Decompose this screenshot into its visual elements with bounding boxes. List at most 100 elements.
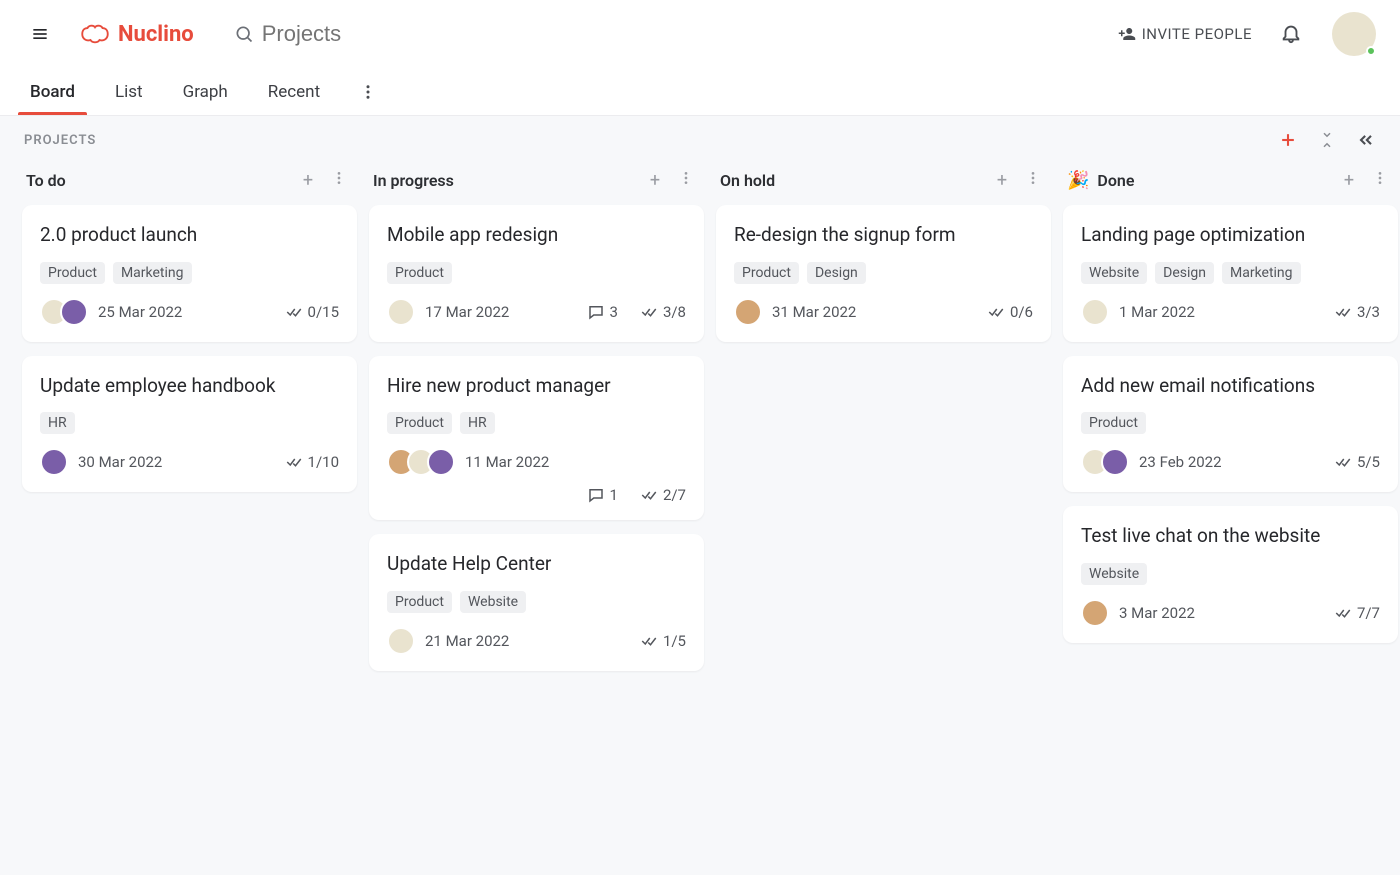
tab-graph[interactable]: Graph <box>177 70 234 114</box>
comments-count: 1 <box>587 486 618 504</box>
avatar <box>40 448 68 476</box>
checklist-icon <box>1334 303 1352 321</box>
checklist-icon <box>640 486 658 504</box>
card-meta: 11 Mar 2022 <box>387 448 686 476</box>
column-more-button[interactable] <box>678 170 700 191</box>
task-card[interactable]: Update employee handbook HR 30 Mar 20221/1… <box>22 356 357 493</box>
task-card[interactable]: Re-design the signup form ProductDesign 31… <box>716 205 1051 342</box>
card-meta: 1 Mar 20223/3 <box>1081 298 1380 326</box>
assignees <box>1081 599 1109 627</box>
card-date: 17 Mar 2022 <box>425 303 509 321</box>
task-card[interactable]: Mobile app redesign Product 17 Mar 2022 3 3/… <box>369 205 704 342</box>
more-vertical-icon <box>331 170 347 186</box>
tab-recent[interactable]: Recent <box>262 70 326 114</box>
tag-row: Product <box>1081 412 1380 434</box>
column-header: On hold + <box>716 166 1051 205</box>
card-meta: 23 Feb 20225/5 <box>1081 448 1380 476</box>
column-title: Done <box>1097 171 1134 190</box>
avatar <box>1101 448 1129 476</box>
task-card[interactable]: Add new email notificationsProduct23 Feb… <box>1063 356 1398 493</box>
card-date: 31 Mar 2022 <box>772 303 856 321</box>
tag: Website <box>1081 563 1147 585</box>
column-add-button[interactable]: + <box>991 170 1013 191</box>
card-meta: 17 Mar 2022 3 3/8 <box>387 298 686 326</box>
avatar <box>734 298 762 326</box>
tag: Product <box>1081 412 1146 434</box>
column-add-button[interactable]: + <box>644 170 666 191</box>
more-vertical-icon <box>1372 170 1388 186</box>
task-card[interactable]: Landing page optimizationWebsiteDesignMa… <box>1063 205 1398 342</box>
presence-indicator <box>1366 46 1376 56</box>
tag: Design <box>1155 262 1214 284</box>
more-vertical-icon <box>1025 170 1041 186</box>
checklist-icon <box>640 303 658 321</box>
collapse-board-button[interactable] <box>1318 130 1336 150</box>
avatar <box>60 298 88 326</box>
invite-people-button[interactable]: INVITE PEOPLE <box>1118 25 1252 43</box>
tag: HR <box>460 412 495 434</box>
tab-list[interactable]: List <box>109 70 149 114</box>
task-card[interactable]: Test live chat on the websiteWebsite3 Ma… <box>1063 506 1398 643</box>
more-vertical-icon <box>678 170 694 186</box>
tag: Product <box>734 262 799 284</box>
task-card[interactable]: 2.0 product launchProductMarketing25 Mar… <box>22 205 357 342</box>
notifications-button[interactable] <box>1280 22 1304 46</box>
tag-row: ProductDesign <box>734 262 1033 284</box>
tag: HR <box>40 412 75 434</box>
tab-board[interactable]: Board <box>24 70 81 114</box>
tag: Product <box>387 412 452 434</box>
column-title: On hold <box>720 171 775 190</box>
card-meta: 30 Mar 20221/10 <box>40 448 339 476</box>
task-card[interactable]: Update Help CenterProductWebsite21 Mar 2… <box>369 534 704 671</box>
column-in-progress: In progress+Mobile app redesignProduct17… <box>369 166 704 685</box>
column-add-button[interactable]: + <box>1338 170 1360 191</box>
app-name: Nuclino <box>118 22 194 47</box>
card-title: 2.0 product launch <box>40 223 339 248</box>
comment-icon <box>587 303 605 321</box>
board-title: PROJECTS <box>24 133 96 148</box>
card-title: Test live chat on the website <box>1081 524 1380 549</box>
tabs-more-button[interactable] <box>354 78 382 106</box>
checklist-icon <box>640 632 658 650</box>
comments-count: 3 <box>587 303 618 321</box>
card-title: Update employee handbook <box>40 374 339 399</box>
app-logo[interactable]: Nuclino <box>80 22 194 47</box>
add-column-button[interactable] <box>1278 130 1298 150</box>
more-vertical-icon <box>359 83 377 101</box>
avatar <box>1081 599 1109 627</box>
avatar <box>1081 298 1109 326</box>
user-avatar[interactable] <box>1332 12 1376 56</box>
invite-label: INVITE PEOPLE <box>1142 25 1252 43</box>
collapse-icon <box>1318 131 1336 149</box>
search-icon <box>234 24 254 44</box>
checklist-icon <box>285 453 303 471</box>
checklist-icon <box>987 303 1005 321</box>
card-meta: 31 Mar 20220/6 <box>734 298 1033 326</box>
search[interactable] <box>234 21 462 47</box>
column-more-button[interactable] <box>1372 170 1394 191</box>
tag-row: Product HR <box>387 412 686 434</box>
task-card[interactable]: Hire new product manager Product HR 11 Mar … <box>369 356 704 521</box>
collapse-sidebar-button[interactable] <box>1356 130 1376 150</box>
column-emoji: 🎉 <box>1067 170 1089 191</box>
hamburger-menu-button[interactable] <box>24 18 56 50</box>
tasks-count: 3/8 <box>640 303 686 321</box>
card-title: Mobile app redesign <box>387 223 686 248</box>
tag: Website <box>1081 262 1147 284</box>
avatar <box>387 627 415 655</box>
avatar <box>427 448 455 476</box>
hamburger-icon <box>30 24 50 44</box>
column-more-button[interactable] <box>331 170 353 191</box>
tasks-count: 1/5 <box>640 632 686 650</box>
card-title: Hire new product manager <box>387 374 686 399</box>
tag: Website <box>460 591 526 613</box>
search-input[interactable] <box>262 21 462 47</box>
tasks-count: 2/7 <box>640 486 686 504</box>
card-title: Re-design the signup form <box>734 223 1033 248</box>
column-title: To do <box>26 171 66 190</box>
assignees <box>387 627 415 655</box>
tag-row: Product <box>387 262 686 284</box>
column-more-button[interactable] <box>1025 170 1047 191</box>
column-add-button[interactable]: + <box>297 170 319 191</box>
person-add-icon <box>1118 25 1136 43</box>
